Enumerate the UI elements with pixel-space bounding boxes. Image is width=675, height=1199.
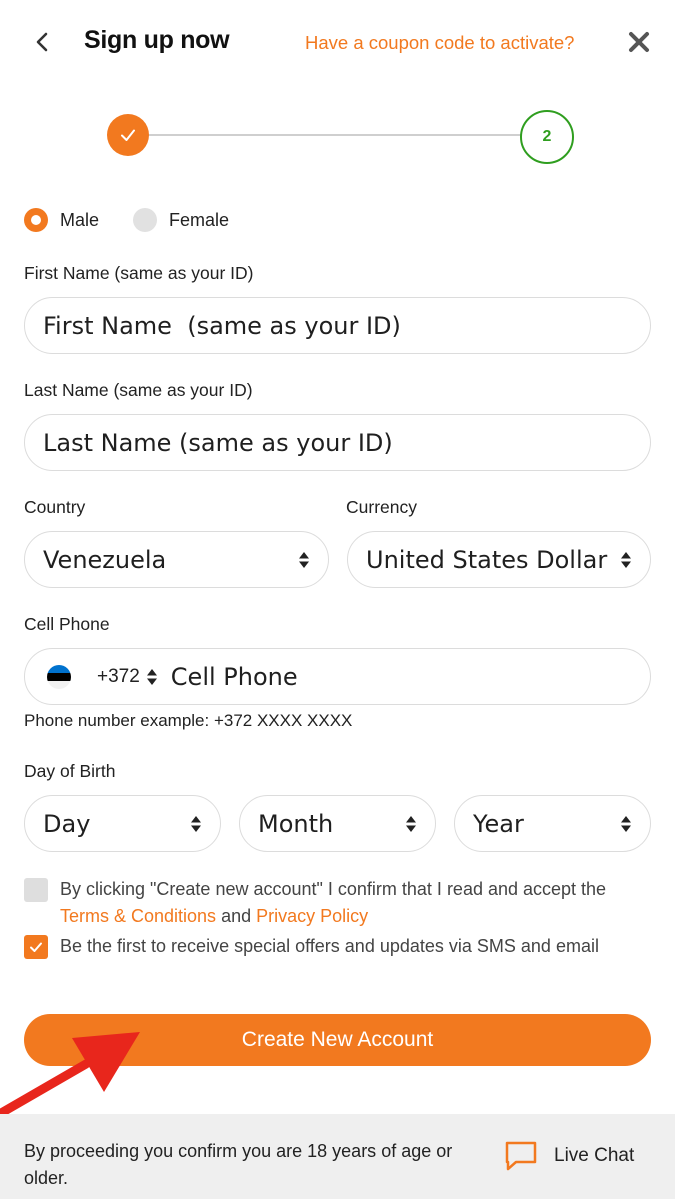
country-label: Country xyxy=(24,497,86,517)
year-value: Year xyxy=(473,809,524,838)
terms-conditions-link[interactable]: Terms & Conditions xyxy=(60,906,216,926)
first-name-label: First Name (same as your ID) xyxy=(24,263,254,283)
create-account-button[interactable]: Create New Account xyxy=(24,1014,651,1066)
sort-arrows-icon xyxy=(299,551,309,568)
close-icon xyxy=(629,32,649,52)
cell-phone-label: Cell Phone xyxy=(24,614,110,634)
gender-option-female[interactable]: Female xyxy=(133,208,229,232)
terms-checkbox[interactable] xyxy=(24,878,48,902)
day-select[interactable]: Day xyxy=(24,795,221,852)
sort-arrows-icon xyxy=(621,551,631,568)
offers-text: Be the first to receive special offers a… xyxy=(60,936,599,956)
last-name-label: Last Name (same as your ID) xyxy=(24,380,253,400)
coupon-code-link[interactable]: Have a coupon code to activate? xyxy=(305,32,574,54)
day-of-birth-label: Day of Birth xyxy=(24,761,116,781)
offers-checkbox[interactable] xyxy=(24,935,48,959)
progress-stepper: 2 xyxy=(0,110,675,164)
sort-arrows-icon xyxy=(191,815,201,832)
country-value: Venezuela xyxy=(43,545,167,574)
age-notice: By proceeding you confirm you are 18 yea… xyxy=(24,1141,453,1188)
sort-arrows-icon xyxy=(621,815,631,832)
offers-consent-row: Be the first to receive special offers a… xyxy=(24,933,654,960)
privacy-policy-link[interactable]: Privacy Policy xyxy=(256,906,368,926)
close-button[interactable] xyxy=(626,29,652,55)
currency-label: Currency xyxy=(346,497,417,517)
terms-text: By clicking "Create new account" I confi… xyxy=(60,876,654,930)
header: Sign up now Have a coupon code to activa… xyxy=(0,0,675,90)
last-name-input[interactable]: Last Name (same as your ID) xyxy=(24,414,651,471)
cell-phone-field: +372 Cell Phone xyxy=(24,648,651,705)
estonia-flag-icon[interactable] xyxy=(47,664,71,689)
radio-female[interactable] xyxy=(133,208,158,232)
cell-phone-input[interactable]: Cell Phone xyxy=(171,663,298,691)
phone-country-code[interactable]: +372 xyxy=(97,666,140,688)
gender-selector: Male Female xyxy=(24,206,263,234)
footer: By proceeding you confirm you are 18 yea… xyxy=(0,1114,675,1199)
year-select[interactable]: Year xyxy=(454,795,651,852)
currency-select[interactable]: United States Dollar xyxy=(347,531,651,588)
first-name-input[interactable]: First Name (same as your ID) xyxy=(24,297,651,354)
month-select[interactable]: Month xyxy=(239,795,436,852)
checkmark-icon xyxy=(121,129,135,141)
back-button[interactable] xyxy=(30,28,56,56)
chat-bubble-icon xyxy=(505,1141,537,1171)
stepper-line xyxy=(148,134,522,136)
terms-text-before: By clicking "Create new account" I confi… xyxy=(60,879,607,899)
last-name-placeholder: Last Name (same as your ID) xyxy=(43,428,393,457)
step-2-current: 2 xyxy=(520,110,574,164)
sort-arrows-icon xyxy=(406,815,416,832)
day-value: Day xyxy=(43,809,91,838)
radio-label-male: Male xyxy=(60,209,100,230)
gender-option-male[interactable]: Male xyxy=(24,208,99,232)
terms-and-text: and xyxy=(216,906,257,926)
first-name-placeholder: First Name (same as your ID) xyxy=(43,311,401,340)
chevron-left-icon xyxy=(36,32,48,52)
page-title: Sign up now xyxy=(84,26,230,54)
currency-value: United States Dollar xyxy=(366,545,608,574)
live-chat-label: Live Chat xyxy=(554,1145,635,1166)
phone-hint: Phone number example: +372 XXXX XXXX xyxy=(24,711,353,730)
terms-consent-row: By clicking "Create new account" I confi… xyxy=(24,876,654,930)
month-value: Month xyxy=(258,809,334,838)
live-chat-button[interactable]: Live Chat xyxy=(504,1140,634,1172)
checkmark-icon xyxy=(30,942,42,952)
step-1-completed xyxy=(107,114,149,156)
sort-arrows-icon[interactable] xyxy=(146,668,158,686)
radio-male[interactable] xyxy=(24,208,48,232)
country-select[interactable]: Venezuela xyxy=(24,531,329,588)
radio-label-female: Female xyxy=(169,209,230,230)
